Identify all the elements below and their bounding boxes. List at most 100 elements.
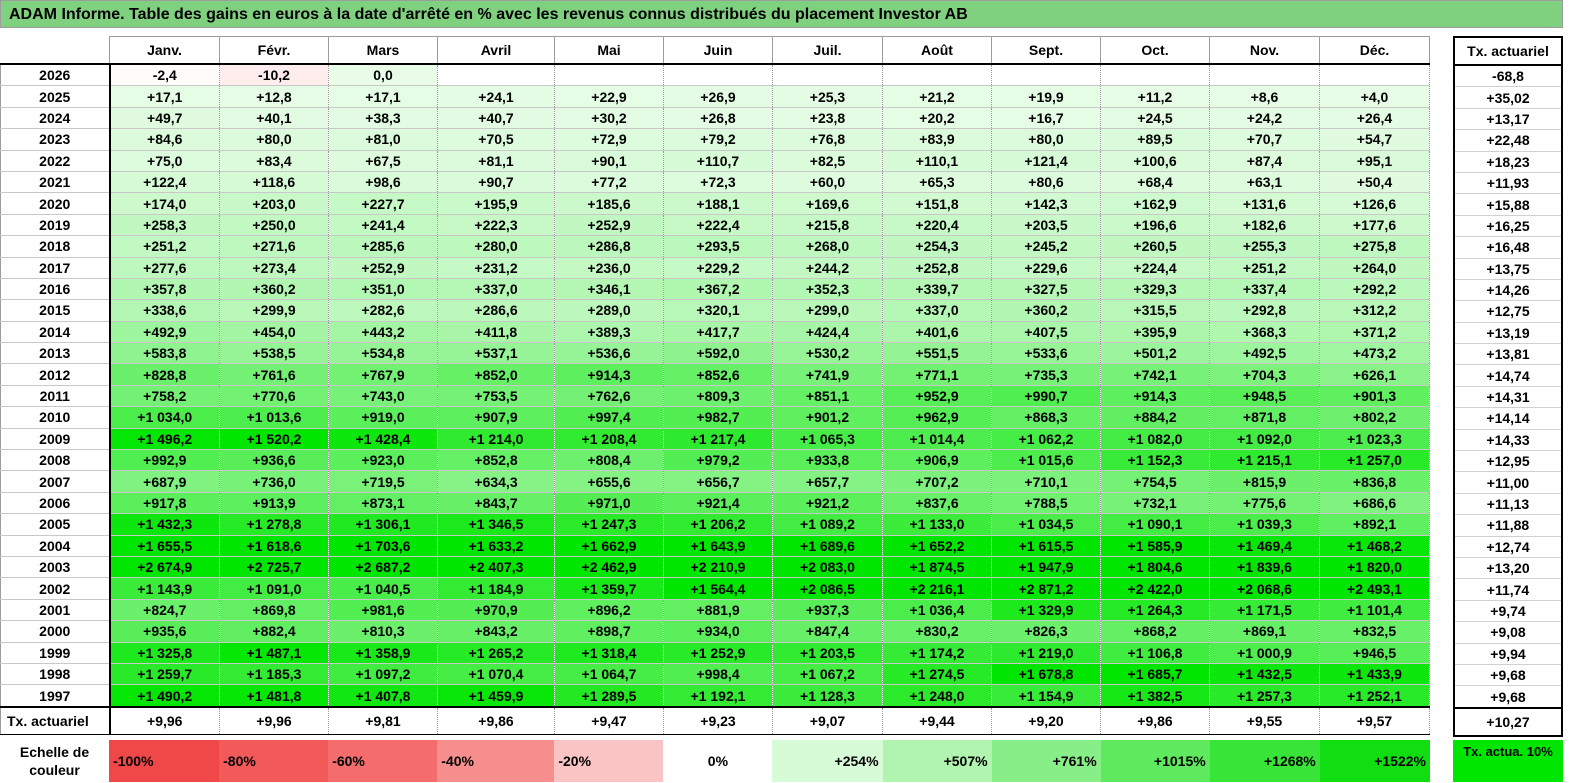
gain-cell: +913,9: [219, 491, 329, 515]
gain-cell: +75,0: [109, 149, 220, 172]
gain-cell: +289,0: [554, 299, 664, 322]
row-year: 2017: [0, 256, 111, 279]
gain-cell: +914,3: [554, 363, 664, 386]
gain-cell: +222,3: [437, 213, 555, 237]
table-row: 1998 +1 259,7 +1 185,3 +1 097,2 +1 070,4 +1 0…: [0, 662, 1430, 686]
actuariel-cell: -68,8: [1453, 64, 1563, 88]
table-row: 1997 +1 490,2 +1 481,8 +1 407,8 +1 459,9 +1 2…: [0, 684, 1430, 708]
color-scale: Echelle de couleur -100% -80% -60% -40% -20%…: [0, 740, 1430, 782]
gain-cell: +1 278,8: [219, 513, 329, 536]
gain-cell: +1 839,6: [1209, 555, 1320, 579]
actuariel-cell: +35,02: [1453, 86, 1563, 109]
gain-cell: +501,2: [1100, 342, 1210, 365]
row-year: 2000: [0, 620, 111, 643]
gain-cell: +95,1: [1319, 149, 1430, 172]
gain-cell: +67,5: [328, 149, 438, 172]
gain-cell: +76,8: [772, 128, 883, 151]
month-header: Nov.: [1209, 36, 1320, 65]
table-row: 2003 +2 674,9 +2 725,7 +2 687,2 +2 407,3 +2 4…: [0, 555, 1430, 579]
gain-cell: +286,8: [554, 235, 664, 258]
gain-cell: +222,4: [663, 213, 773, 237]
row-year: 2025: [0, 85, 111, 108]
gain-cell: +1 101,4: [1319, 598, 1430, 622]
gain-cell: +1 633,2: [437, 534, 555, 557]
gain-cell: +657,7: [772, 470, 883, 493]
gain-cell: +884,2: [1100, 406, 1210, 429]
gain-cell: +454,0: [219, 320, 329, 344]
table-row: 2019 +258,3 +250,0 +241,4 +222,3 +252,9 +222,4…: [0, 213, 1430, 237]
gain-cell: +70,5: [437, 128, 555, 151]
gain-cell: +352,3: [772, 277, 883, 301]
gain-cell: +1 040,5: [328, 577, 438, 600]
gain-cell: +707,2: [882, 470, 992, 493]
gain-cell: +923,0: [328, 449, 438, 472]
gain-cell: +312,2: [1319, 299, 1430, 322]
gain-cell: +1 318,4: [554, 641, 664, 664]
gain-cell: +285,6: [328, 235, 438, 258]
gain-cell: +188,1: [663, 192, 773, 215]
gain-cell: +1 034,0: [109, 406, 220, 429]
row-year: 2026: [0, 63, 111, 87]
gain-cell: +368,3: [1209, 320, 1320, 344]
gain-cell: +72,3: [663, 170, 773, 194]
gain-cell: +26,9: [663, 85, 773, 108]
gain-cell: +293,5: [663, 235, 773, 258]
gain-cell: +934,0: [663, 620, 773, 643]
gain-cell: +1 036,4: [882, 598, 992, 622]
gain-cell: +1 289,5: [554, 684, 664, 708]
gain-cell: +1 154,9: [991, 684, 1101, 708]
gain-cell: +551,5: [882, 342, 992, 365]
gain-cell: +4,0: [1319, 85, 1430, 108]
gain-cell: +118,6: [219, 170, 329, 194]
actuariel-cell: +9,68: [1453, 663, 1563, 687]
gain-cell: +360,2: [219, 277, 329, 301]
gain-cell: +110,1: [882, 149, 992, 172]
gain-cell: +990,7: [991, 384, 1101, 408]
gain-cell: +79,2: [663, 128, 773, 151]
gain-cell: +656,7: [663, 470, 773, 493]
gain-cell: +277,6: [109, 256, 220, 279]
gain-cell: +271,6: [219, 235, 329, 258]
gain-cell: +72,9: [554, 128, 664, 151]
table-row: 2011 +758,2 +770,6 +743,0 +753,5 +762,6 +809,3…: [0, 384, 1430, 408]
gain-cell: +292,8: [1209, 299, 1320, 322]
gain-cell: +122,4: [109, 170, 220, 194]
gain-cell: +162,9: [1100, 192, 1210, 215]
gain-cell: +1 252,1: [1319, 684, 1430, 708]
gain-cell: +868,3: [991, 406, 1101, 429]
gain-cell: +492,5: [1209, 342, 1320, 365]
actuariel-cell: +11,13: [1453, 492, 1563, 516]
gain-cell: +1 062,2: [991, 427, 1101, 451]
actuariel-cell: +16,25: [1453, 214, 1563, 238]
gain-cell: +1 203,5: [772, 641, 883, 664]
gain-cell: +1 000,9: [1209, 641, 1320, 664]
gain-cell: +337,0: [882, 299, 992, 322]
month-header: Oct.: [1100, 36, 1210, 65]
table-row: 2006 +917,8 +913,9 +873,1 +843,7 +971,0 +921,4…: [0, 491, 1430, 515]
actuariel-cell: +13,75: [1453, 257, 1563, 280]
gain-cell: +252,9: [554, 213, 664, 237]
gain-cell: +2 216,1: [882, 577, 992, 600]
gain-cell: +583,8: [109, 342, 220, 365]
gain-cell: +12,8: [219, 85, 329, 108]
actuariel-header: Tx. actuariel: [1453, 36, 1563, 66]
footer-cell: +9,55: [1209, 705, 1320, 735]
gain-cell: +898,7: [554, 620, 664, 643]
gain-cell: +424,4: [772, 320, 883, 344]
table-row: 2004 +1 655,5 +1 618,6 +1 703,6 +1 633,2 +1 6…: [0, 534, 1430, 557]
table-row: 2002 +1 143,9 +1 091,0 +1 040,5 +1 184,9 +1 3…: [0, 577, 1430, 600]
gain-cell: +1 184,9: [437, 577, 555, 600]
gain-cell: +1 947,9: [991, 555, 1101, 579]
gain-cell: +1 432,5: [1209, 662, 1320, 686]
gain-cell: +1 358,9: [328, 641, 438, 664]
gain-cell: +60,0: [772, 170, 883, 194]
gain-cell: +224,4: [1100, 256, 1210, 279]
gain-cell: +907,9: [437, 406, 555, 429]
gain-cell: +121,4: [991, 149, 1101, 172]
gain-cell: +2 687,2: [328, 555, 438, 579]
footer-cell: +9,81: [328, 705, 438, 735]
row-year: 2010: [0, 406, 111, 429]
footer-cell: +9,86: [437, 705, 555, 735]
gain-cell: +280,0: [437, 235, 555, 258]
gain-cell: +852,6: [663, 363, 773, 386]
